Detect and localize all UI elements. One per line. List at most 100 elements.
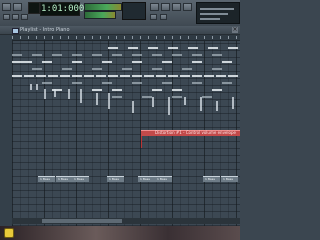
pattern-clip[interactable] bbox=[12, 61, 22, 63]
pattern-clip[interactable] bbox=[52, 54, 62, 56]
pattern-clip[interactable] bbox=[108, 47, 118, 49]
audio-clip[interactable]: 1 Bass bbox=[221, 176, 238, 182]
audio-clip[interactable]: 1 Bass bbox=[138, 176, 155, 182]
pattern-clip[interactable] bbox=[72, 75, 82, 77]
pattern-clip[interactable] bbox=[102, 82, 112, 84]
pattern-clip[interactable] bbox=[156, 75, 166, 77]
pattern-clip[interactable] bbox=[32, 54, 42, 56]
pattern-clip[interactable] bbox=[96, 75, 106, 77]
play-button[interactable] bbox=[21, 14, 28, 20]
audio-clip[interactable]: 1 Bass bbox=[155, 176, 172, 182]
pattern-clip[interactable] bbox=[92, 54, 102, 56]
pattern-clip[interactable] bbox=[112, 89, 122, 91]
audio-clip[interactable]: 1 Bass bbox=[38, 176, 55, 182]
pattern-clip[interactable] bbox=[202, 96, 212, 98]
pattern-clip[interactable] bbox=[112, 96, 122, 98]
step-sequencer-button[interactable] bbox=[161, 3, 170, 11]
pattern-clip[interactable] bbox=[152, 89, 162, 91]
pattern-clip[interactable] bbox=[192, 75, 202, 77]
pattern-clip[interactable] bbox=[92, 89, 102, 91]
piano-roll-button[interactable] bbox=[172, 3, 181, 11]
pattern-clip[interactable] bbox=[168, 75, 178, 77]
warning-icon[interactable] bbox=[4, 228, 14, 238]
pattern-clip[interactable] bbox=[12, 75, 22, 77]
pattern-clip[interactable] bbox=[128, 47, 138, 49]
pattern-clip[interactable] bbox=[132, 75, 142, 77]
playlist-icon bbox=[12, 28, 19, 34]
pattern-clip[interactable] bbox=[216, 75, 226, 77]
pattern-clip[interactable] bbox=[84, 75, 94, 77]
pattern-clip[interactable] bbox=[172, 54, 182, 56]
pattern-clip[interactable] bbox=[222, 61, 232, 63]
audio-clip[interactable]: 1 Bass bbox=[72, 176, 89, 182]
pattern-clip[interactable] bbox=[148, 47, 158, 49]
pattern-clip[interactable] bbox=[192, 54, 202, 56]
pattern-clip[interactable] bbox=[222, 82, 232, 84]
pattern-clip[interactable] bbox=[72, 82, 82, 84]
playlist-button[interactable] bbox=[150, 3, 159, 11]
pattern-clip[interactable] bbox=[162, 61, 172, 63]
ruler-tick bbox=[228, 36, 229, 39]
edit-menu-button[interactable] bbox=[13, 3, 22, 11]
note-marker bbox=[108, 93, 110, 109]
pattern-clip[interactable] bbox=[212, 89, 222, 91]
pattern-clip[interactable] bbox=[22, 61, 32, 63]
pattern-clip[interactable] bbox=[120, 75, 130, 77]
pattern-clip[interactable] bbox=[132, 82, 142, 84]
pattern-clip[interactable] bbox=[60, 75, 70, 77]
close-icon[interactable]: × bbox=[232, 27, 238, 33]
pattern-clip[interactable] bbox=[108, 75, 118, 77]
pattern-clip[interactable] bbox=[152, 68, 162, 70]
horizontal-scrollbar[interactable] bbox=[12, 218, 240, 224]
browser-button[interactable] bbox=[150, 14, 157, 20]
pattern-clip[interactable] bbox=[72, 61, 82, 63]
pattern-clip[interactable] bbox=[92, 68, 102, 70]
file-menu-button[interactable] bbox=[2, 3, 11, 11]
tempo-display[interactable] bbox=[28, 2, 40, 14]
pattern-clip[interactable] bbox=[180, 75, 190, 77]
note-marker bbox=[168, 97, 170, 115]
pattern-clip[interactable] bbox=[228, 75, 238, 77]
time-display: 1:01:000 bbox=[40, 2, 85, 16]
pattern-clip[interactable] bbox=[32, 68, 42, 70]
audio-clip[interactable]: 1 Bass bbox=[203, 176, 220, 182]
scrollbar-thumb[interactable] bbox=[42, 219, 122, 223]
pattern-mode-button[interactable] bbox=[3, 14, 10, 20]
audio-clip[interactable]: 1 Bass bbox=[56, 176, 73, 182]
pattern-clip[interactable] bbox=[192, 82, 202, 84]
pattern-clip[interactable] bbox=[172, 96, 182, 98]
pattern-clip[interactable] bbox=[12, 54, 22, 56]
song-mode-button[interactable] bbox=[12, 14, 19, 20]
pattern-clip[interactable] bbox=[36, 75, 46, 77]
pattern-clip[interactable] bbox=[192, 61, 202, 63]
pattern-clip[interactable] bbox=[42, 82, 52, 84]
audio-clip[interactable]: 1 Bass bbox=[107, 176, 124, 182]
pattern-clip[interactable] bbox=[168, 47, 178, 49]
pattern-clip[interactable] bbox=[42, 61, 52, 63]
pattern-clip[interactable] bbox=[112, 54, 122, 56]
pattern-clip[interactable] bbox=[144, 75, 154, 77]
pattern-clip[interactable] bbox=[208, 47, 218, 49]
pattern-clip[interactable] bbox=[188, 47, 198, 49]
plugin-picker-button[interactable] bbox=[160, 14, 167, 20]
pattern-clip[interactable] bbox=[142, 96, 152, 98]
pattern-clip[interactable] bbox=[24, 75, 34, 77]
pattern-clip[interactable] bbox=[162, 82, 172, 84]
pattern-clip[interactable] bbox=[48, 75, 58, 77]
pattern-clip[interactable] bbox=[228, 47, 238, 49]
pattern-clip[interactable] bbox=[172, 89, 182, 91]
pattern-clip[interactable] bbox=[72, 54, 82, 56]
pattern-clip[interactable] bbox=[152, 54, 162, 56]
mixer-button[interactable] bbox=[183, 3, 192, 11]
pattern-clip[interactable] bbox=[132, 61, 142, 63]
pattern-clip[interactable] bbox=[212, 54, 222, 56]
pattern-clip[interactable] bbox=[122, 68, 132, 70]
pattern-clip[interactable] bbox=[132, 54, 142, 56]
playlist-titlebar[interactable]: Playlist - Intro Piano × bbox=[0, 26, 240, 35]
pattern-clip[interactable] bbox=[212, 68, 222, 70]
pattern-clip[interactable] bbox=[204, 75, 214, 77]
pattern-clip[interactable] bbox=[102, 61, 112, 63]
pattern-selector[interactable] bbox=[122, 2, 146, 20]
pattern-clip[interactable] bbox=[182, 68, 192, 70]
pattern-clip[interactable] bbox=[62, 68, 72, 70]
